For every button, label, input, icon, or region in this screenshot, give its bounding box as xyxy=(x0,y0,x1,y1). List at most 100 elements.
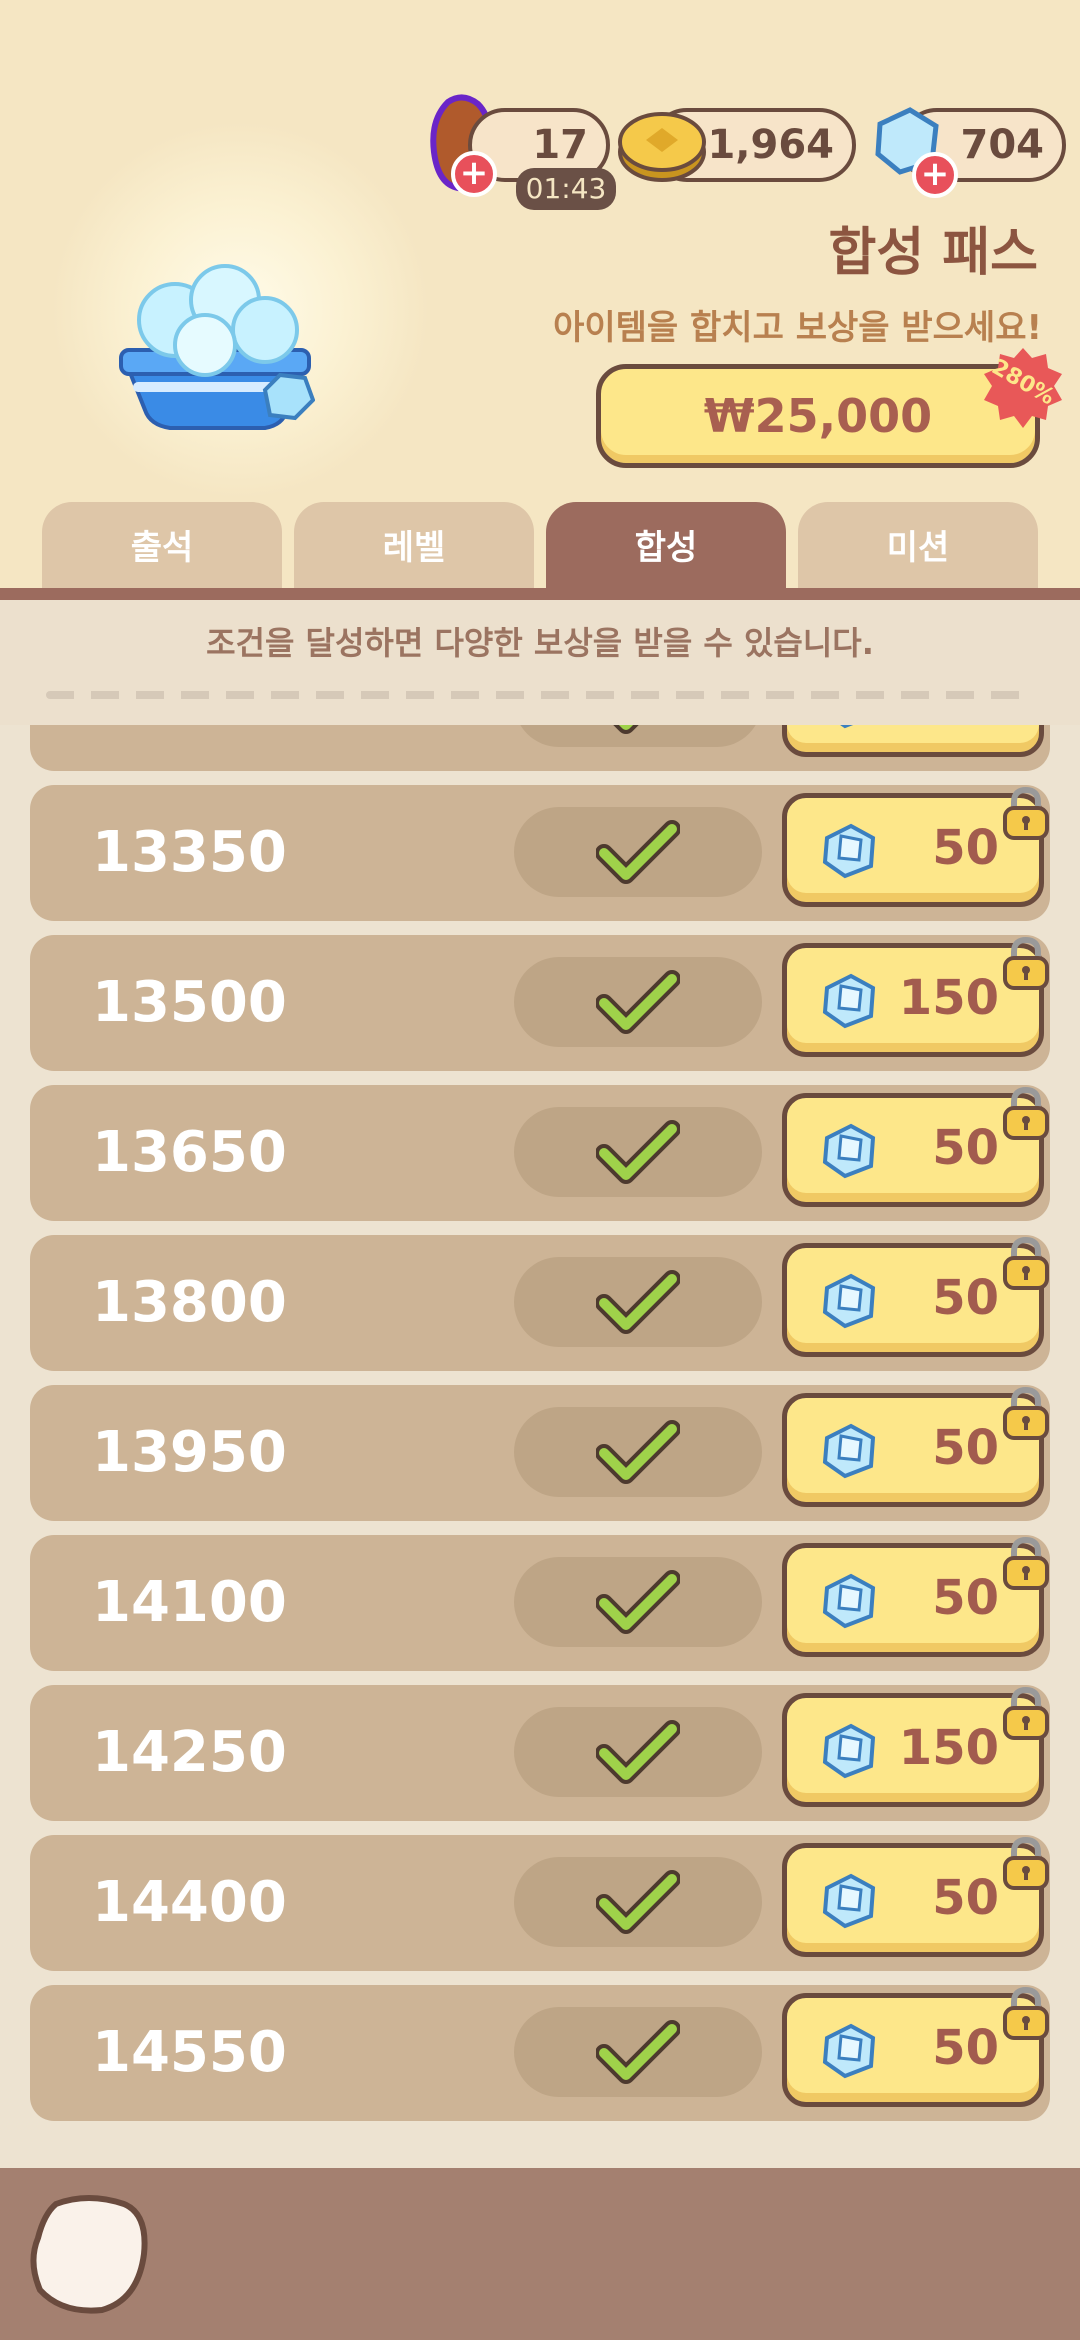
reward-claim-button[interactable]: 50 xyxy=(782,786,1049,907)
gem-icon xyxy=(822,1573,876,1629)
description-text: 조건을 달성하면 다양한 보상을 받을 수 있습니다. xyxy=(206,624,874,662)
footer-bar xyxy=(0,2168,1080,2340)
reward-row: 13950 50 xyxy=(30,1385,1050,1521)
completion-indicator xyxy=(514,1107,762,1197)
add-gem-button[interactable]: + xyxy=(912,152,958,198)
lock-icon xyxy=(1003,1536,1049,1590)
completion-indicator xyxy=(514,1257,762,1347)
reward-amount: 50 xyxy=(932,1420,999,1476)
reward-row: 14100 50 xyxy=(30,1535,1050,1671)
reward-amount: 50 xyxy=(932,725,999,748)
reward-amount: 50 xyxy=(932,1120,999,1176)
reward-claim-button[interactable]: 150 xyxy=(782,936,1049,1057)
lock-icon xyxy=(1003,1686,1049,1740)
gem-icon xyxy=(822,1423,876,1479)
reward-amount: 50 xyxy=(932,1870,999,1926)
energy-value: 17 xyxy=(532,122,588,168)
reward-row: 13350 50 xyxy=(30,785,1050,921)
checkmark-icon xyxy=(596,820,680,884)
reward-amount: 50 xyxy=(932,1270,999,1326)
row-threshold: 14400 xyxy=(92,1870,287,1935)
pass-title: 합성 패스 xyxy=(828,223,1038,283)
reward-amount: 50 xyxy=(932,820,999,876)
gem-icon xyxy=(840,725,854,729)
checkmark-icon xyxy=(596,1870,680,1934)
tab-bar: 출석 레벨 합성 미션 xyxy=(0,502,1080,594)
row-threshold: 13350 xyxy=(92,820,287,885)
row-threshold: 13200 xyxy=(92,725,287,771)
row-threshold: 13800 xyxy=(92,1270,287,1335)
gem-icon xyxy=(822,1123,876,1179)
gem-pile-icon xyxy=(119,264,315,430)
row-threshold: 14550 xyxy=(92,2020,287,2085)
reward-amount: 50 xyxy=(932,1570,999,1626)
checkmark-icon xyxy=(596,1270,680,1334)
back-button[interactable] xyxy=(28,2190,150,2318)
completion-indicator xyxy=(514,807,762,897)
completion-indicator xyxy=(514,2007,762,2097)
tab-underline xyxy=(0,588,1080,600)
lock-icon xyxy=(1003,1836,1049,1890)
purchase-button[interactable]: ₩25,000 xyxy=(596,364,1040,468)
energy-timer: 01:43 xyxy=(516,168,616,210)
add-energy-button[interactable]: + xyxy=(451,151,497,197)
pass-subtitle: 아이템을 합치고 보상을 받으세요! xyxy=(553,308,1042,348)
reward-claim-button[interactable]: 50 xyxy=(782,1836,1049,1957)
completion-indicator xyxy=(514,1557,762,1647)
lock-icon xyxy=(1003,1386,1049,1440)
tab-attendance[interactable]: 출석 xyxy=(42,502,282,594)
reward-row: 13650 50 xyxy=(30,1085,1050,1221)
bonus-badge: 280% xyxy=(978,344,1068,434)
row-threshold: 13950 xyxy=(92,1420,287,1485)
tab-level[interactable]: 레벨 xyxy=(294,502,534,594)
reward-amount: 150 xyxy=(898,1720,999,1776)
reward-list[interactable]: 1320050133505013500150136505013800501395… xyxy=(0,725,1080,2168)
dashed-divider xyxy=(46,691,1026,699)
reward-claim-button[interactable]: 50 xyxy=(782,1386,1049,1507)
tab-merge[interactable]: 합성 xyxy=(546,502,786,594)
lock-icon xyxy=(1003,936,1049,990)
tab-mission[interactable]: 미션 xyxy=(798,502,1038,594)
completion-indicator xyxy=(514,957,762,1047)
reward-row: 13800 50 xyxy=(30,1235,1050,1371)
gem-icon xyxy=(822,823,876,879)
row-threshold: 14100 xyxy=(92,1570,287,1635)
gem-value: 704 xyxy=(960,122,1045,168)
lock-icon xyxy=(1003,1086,1049,1140)
checkmark-icon xyxy=(596,1570,680,1634)
reward-row: 14550 50 xyxy=(30,1985,1050,2121)
checkmark-icon xyxy=(596,2020,680,2084)
coin-icon xyxy=(618,112,706,182)
coin-value: 1,964 xyxy=(707,122,834,168)
lock-icon xyxy=(1003,786,1049,840)
reward-amount: 50 xyxy=(932,2020,999,2076)
reward-amount: 150 xyxy=(898,970,999,1026)
completion-indicator xyxy=(514,725,762,747)
gem-icon xyxy=(822,1873,876,1929)
gem-icon xyxy=(822,973,876,1029)
completion-indicator xyxy=(514,1707,762,1797)
completion-indicator xyxy=(514,1857,762,1947)
reward-claim-button[interactable]: 50 xyxy=(782,1086,1049,1207)
row-threshold: 13500 xyxy=(92,970,287,1035)
checkmark-icon xyxy=(596,1120,680,1184)
reward-row: 14400 50 xyxy=(30,1835,1050,1971)
reward-row: 14250 150 xyxy=(30,1685,1050,1821)
reward-row: 13500 150 xyxy=(30,935,1050,1071)
reward-claim-button[interactable]: 150 xyxy=(782,1686,1049,1807)
row-threshold: 14250 xyxy=(92,1720,287,1785)
completion-indicator xyxy=(514,1407,762,1497)
reward-claim-button[interactable]: 50 xyxy=(782,1536,1049,1657)
lock-icon xyxy=(1003,1986,1049,2040)
gem-icon xyxy=(822,1273,876,1329)
reward-claim-button[interactable]: 50 xyxy=(782,1986,1049,2107)
gem-icon xyxy=(822,2023,876,2079)
price-label: ₩25,000 xyxy=(703,389,933,443)
lock-icon xyxy=(1003,1236,1049,1290)
checkmark-icon xyxy=(596,1420,680,1484)
checkmark-icon xyxy=(596,970,680,1034)
checkmark-icon xyxy=(596,1720,680,1784)
reward-claim-button[interactable]: 50 xyxy=(782,1236,1049,1357)
reward-claim-button[interactable]: 50 xyxy=(782,725,1044,757)
checkmark-icon xyxy=(613,725,639,734)
